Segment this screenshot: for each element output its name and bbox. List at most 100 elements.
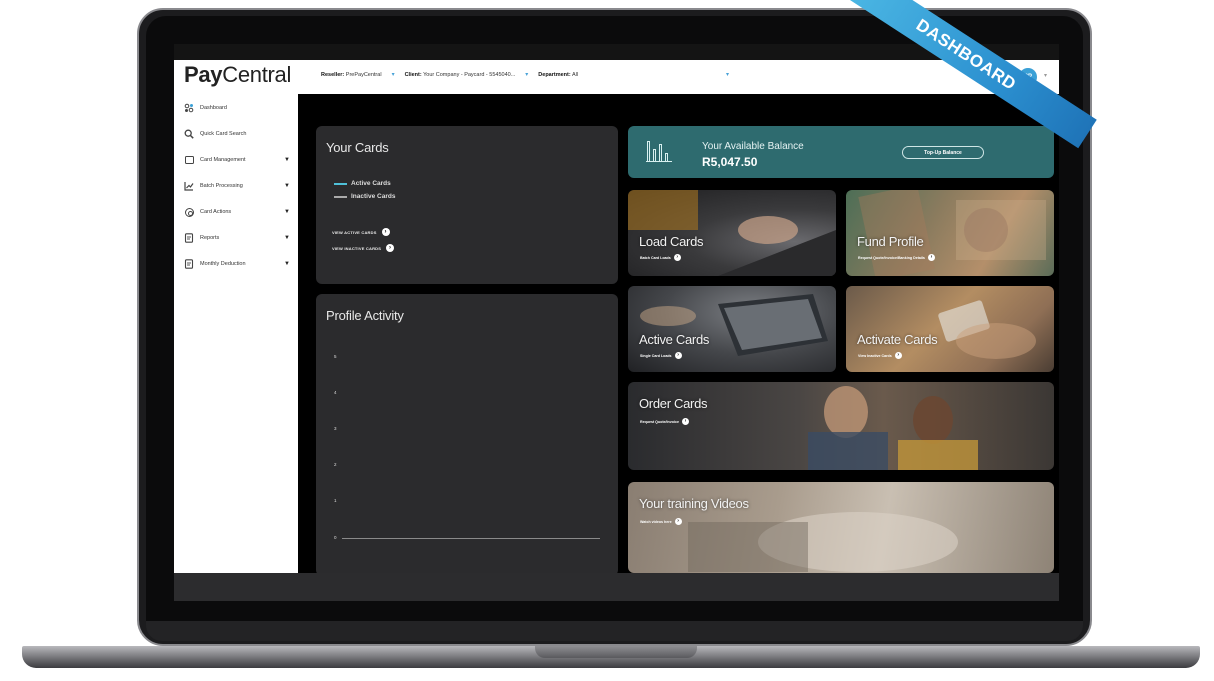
tile-sub-label: Request Quote/Invoice <box>640 419 679 424</box>
logo-light: Central <box>222 62 292 87</box>
client-filter[interactable]: Client: Your Company - Paycard - 5545040… <box>405 72 516 78</box>
chevron-down-icon[interactable]: ▼ <box>284 235 290 241</box>
sidebar-item-dashboard[interactable]: Dashboard <box>184 100 290 116</box>
reseller-caret-icon[interactable]: ▾ <box>392 71 395 78</box>
sidebar-item-card-management[interactable]: Card Management ▼ <box>184 152 290 168</box>
chevron-down-icon[interactable]: ▼ <box>284 261 290 267</box>
bar-chart-icon <box>646 138 672 162</box>
arrow-right-icon: › <box>681 418 689 425</box>
sidebar: Dashboard Quick Card Search Card Managem… <box>174 94 298 573</box>
tile-subtitle: Single Card Loads › <box>640 352 682 359</box>
department-caret-icon[interactable]: ▾ <box>726 71 729 78</box>
balance-value: R5,047.50 <box>702 155 758 169</box>
chevron-down-icon[interactable]: ▼ <box>284 157 290 163</box>
card-icon <box>184 155 194 165</box>
tile-subtitle: Request Quote/Invoice/Banking Details › <box>858 254 935 261</box>
client-caret-icon[interactable]: ▾ <box>525 71 528 78</box>
search-icon <box>184 129 194 139</box>
tile-title: Activate Cards <box>857 332 938 347</box>
tile-subtitle: Batch Card Loads › <box>640 254 681 261</box>
tile-sub-label: View Inactive Cards <box>858 353 892 358</box>
card-payment-image <box>938 300 1036 359</box>
x-axis-line <box>342 538 600 539</box>
reseller-value: PrePayCentral <box>345 71 382 78</box>
legend-label: Inactive Cards <box>351 193 396 200</box>
tile-sub-label: Single Card Loads <box>640 353 672 358</box>
your-cards-title: Your Cards <box>326 140 389 155</box>
y-tick: 3 <box>334 426 337 431</box>
document-icon <box>184 259 194 269</box>
document-icon <box>184 233 194 243</box>
profile-activity-panel: Profile Activity 5 4 3 2 1 0 <box>316 294 618 573</box>
ribbon-container: DASHBOARD <box>810 0 1100 212</box>
y-tick: 0 <box>334 535 337 540</box>
training-videos-tile[interactable]: Your training Videos Watch videos here › <box>628 482 1054 573</box>
laptop-notch <box>535 646 697 658</box>
client-label: Client: <box>404 71 422 78</box>
legend-inactive-cards: Inactive Cards <box>334 193 395 200</box>
tile-subtitle: Watch videos here › <box>640 518 682 525</box>
department-filter[interactable]: Department: All <box>538 72 578 78</box>
y-tick: 5 <box>334 354 337 359</box>
tile-sub-label: Request Quote/Invoice/Banking Details <box>858 255 925 260</box>
laptop-chin <box>146 621 1083 641</box>
department-label: Department: <box>538 71 571 78</box>
y-tick: 4 <box>334 390 337 395</box>
reseller-label: Reseller: <box>321 71 345 78</box>
arrow-right-icon: › <box>894 352 902 359</box>
ribbon-label: DASHBOARD <box>912 15 1020 94</box>
target-icon <box>184 207 194 217</box>
sidebar-item-label: Dashboard <box>200 105 227 111</box>
sidebar-item-batch-processing[interactable]: Batch Processing ▼ <box>184 178 290 194</box>
legend-label: Active Cards <box>351 180 391 187</box>
chart-icon <box>184 181 194 191</box>
tile-sub-label: Batch Card Loads <box>640 255 671 260</box>
load-cards-tile[interactable]: Load Cards Batch Card Loads › <box>628 190 836 276</box>
sidebar-item-label: Card Actions <box>200 209 232 215</box>
legend-swatch-inactive <box>334 195 347 198</box>
chevron-down-icon[interactable]: ▼ <box>284 209 290 215</box>
sidebar-item-label: Monthly Deduction <box>200 261 246 267</box>
sidebar-item-reports[interactable]: Reports ▼ <box>184 230 290 246</box>
y-tick: 1 <box>334 498 337 503</box>
tile-subtitle: View Inactive Cards › <box>858 352 902 359</box>
view-inactive-cards-label: VIEW INACTIVE CARDS <box>332 245 382 251</box>
tile-title: Fund Profile <box>857 234 924 249</box>
dashboard-icon <box>184 103 194 113</box>
sidebar-item-quick-card-search[interactable]: Quick Card Search <box>184 126 290 142</box>
arrow-right-icon: › <box>674 352 682 359</box>
tile-title: Order Cards <box>639 396 708 411</box>
arrow-right-icon: › <box>673 254 681 261</box>
sidebar-item-label: Quick Card Search <box>200 131 247 137</box>
active-cards-tile[interactable]: Active Cards Single Card Loads › <box>628 286 836 372</box>
tile-title: Your training Videos <box>639 496 749 511</box>
sidebar-item-monthly-deduction[interactable]: Monthly Deduction ▼ <box>184 256 290 272</box>
view-active-cards-link[interactable]: VIEW ACTIVE CARDS › <box>332 228 390 236</box>
y-tick: 2 <box>334 462 337 467</box>
view-inactive-cards-link[interactable]: VIEW INACTIVE CARDS › <box>332 244 395 252</box>
laptop-shopping-image <box>640 294 828 356</box>
sidebar-item-card-actions[interactable]: Card Actions ▼ <box>184 204 290 220</box>
arrow-right-icon: › <box>381 228 390 236</box>
paycentral-logo[interactable]: PayCentral <box>184 62 291 88</box>
legend-swatch-active <box>334 182 347 185</box>
department-value: All <box>571 71 579 78</box>
view-active-cards-label: VIEW ACTIVE CARDS <box>332 229 377 235</box>
balance-label: Your Available Balance <box>702 141 804 152</box>
order-cards-tile[interactable]: Order Cards Request Quote/Invoice › <box>628 382 1054 470</box>
reseller-filter[interactable]: Reseller: PrePayCentral <box>321 72 382 78</box>
tile-title: Active Cards <box>639 332 710 347</box>
legend-active-cards: Active Cards <box>334 180 391 187</box>
client-value: Your Company - Paycard - 5545040... <box>423 71 516 78</box>
tile-subtitle: Request Quote/Invoice › <box>640 418 689 425</box>
filter-bar: Reseller: PrePayCentral ▾ Client: Your C… <box>321 71 578 79</box>
chevron-down-icon[interactable]: ▼ <box>284 183 290 189</box>
sidebar-item-label: Card Management <box>200 157 246 163</box>
arrow-right-icon: › <box>386 244 395 252</box>
sidebar-item-label: Batch Processing <box>200 183 243 189</box>
arrow-right-icon: › <box>927 254 935 261</box>
tile-sub-label: Watch videos here <box>640 519 672 524</box>
activate-cards-tile[interactable]: Activate Cards View Inactive Cards › <box>846 286 1054 372</box>
arrow-right-icon: › <box>674 518 682 525</box>
load-cards-image <box>628 190 836 276</box>
